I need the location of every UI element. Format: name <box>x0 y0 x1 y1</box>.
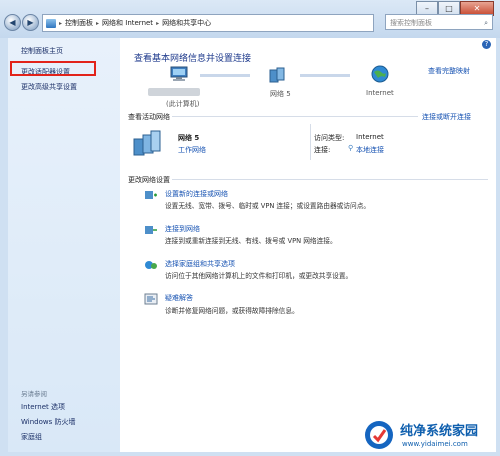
watermark: 纯净系统家园 www.yidaimei.com <box>360 416 500 456</box>
network-folder-icon <box>46 18 56 28</box>
help-icon[interactable]: ? <box>482 40 491 49</box>
address-bar[interactable]: ▸ 控制面板 ▸ 网络和 Internet ▸ 网络和共享中心 <box>42 14 374 32</box>
task-homegroup-desc: 访问位于其他网络计算机上的文件和打印机，或更改共享设置。 <box>165 272 353 280</box>
connection-line <box>300 74 350 77</box>
sidebar-item-internet-options[interactable]: Internet 选项 <box>21 402 65 412</box>
troubleshoot-icon <box>144 293 158 305</box>
network-icon <box>269 67 285 83</box>
change-settings-title: 更改网络设置 <box>128 176 170 184</box>
divider <box>172 116 418 117</box>
local-connection-icon: ⚲ <box>348 144 354 152</box>
sidebar-item-homegroup[interactable]: 家庭组 <box>21 432 42 442</box>
active-networks-title: 查看活动网络 <box>128 113 170 121</box>
breadcrumb-control-panel[interactable]: 控制面板 <box>65 18 93 28</box>
divider <box>172 179 488 180</box>
search-placeholder: 搜索控制面板 <box>390 19 432 27</box>
title-bar: – □ ✕ ◀ ▶ ▸ 控制面板 ▸ 网络和 Internet ▸ 网络和共享中… <box>0 0 500 38</box>
highlight-box <box>10 61 96 76</box>
breadcrumb-network-internet[interactable]: 网络和 Internet <box>102 18 153 28</box>
task-new-connection-link[interactable]: 设置新的连接或网络 <box>165 189 228 199</box>
page-title: 查看基本网络信息并设置连接 <box>134 54 252 64</box>
homegroup-icon <box>145 261 157 269</box>
watermark-logo-icon <box>365 421 393 449</box>
breadcrumb-arrow-icon: ▸ <box>59 19 63 27</box>
access-type-label: 访问类型: <box>314 134 345 142</box>
computer-name-redacted <box>148 88 200 96</box>
breadcrumb-arrow-icon: ▸ <box>96 19 100 27</box>
task-homegroup-link[interactable]: 选择家庭组和共享选项 <box>165 259 235 269</box>
new-connection-icon <box>145 191 157 199</box>
watermark-title: 纯净系统家园 <box>400 424 479 439</box>
divider <box>310 124 311 160</box>
sidebar-item-control-panel-home[interactable]: 控制面板主页 <box>21 46 63 56</box>
task-troubleshoot-link[interactable]: 疑难解答 <box>165 293 193 303</box>
sidebar: 控制面板主页 更改适配器设置 更改高级共享设置 另请参阅 Internet 选项… <box>8 38 120 452</box>
network-type-link[interactable]: 工作网络 <box>178 145 206 155</box>
local-connection-link[interactable]: 本地连接 <box>356 145 384 155</box>
task-connect-network-link[interactable]: 连接到网络 <box>165 224 200 234</box>
network-map-label: 网络 5 <box>270 90 291 98</box>
connection-line <box>200 74 250 77</box>
task-connect-network-desc: 连接到或重新连接到无线、有线、拨号或 VPN 网络连接。 <box>165 237 337 245</box>
view-full-map-link[interactable]: 查看完整映射 <box>428 66 470 76</box>
forward-button[interactable]: ▶ <box>22 14 39 31</box>
connection-label: 连接: <box>314 146 331 154</box>
task-new-connection-desc: 设置无线、宽带、拨号、临时或 VPN 连接；或设置路由器或访问点。 <box>165 202 371 210</box>
this-computer-label: (此计算机) <box>166 100 200 108</box>
sidebar-item-advanced-sharing-settings[interactable]: 更改高级共享设置 <box>21 82 77 92</box>
active-network-name: 网络 5 <box>178 134 200 142</box>
breadcrumb-network-sharing-center[interactable]: 网络和共享中心 <box>162 18 211 28</box>
access-type-value: Internet <box>356 133 384 141</box>
internet-map-label: Internet <box>366 89 394 97</box>
task-troubleshoot-desc: 诊断并修复网络问题，或获得故障排除信息。 <box>165 307 299 315</box>
computer-icon <box>170 66 188 81</box>
main-panel: ? 查看基本网络信息并设置连接 查看完整映射 (此计算机) 网络 5 Inter… <box>120 38 496 452</box>
globe-icon <box>371 65 389 83</box>
breadcrumb-arrow-icon: ▸ <box>156 19 160 27</box>
connect-disconnect-link[interactable]: 连接或断开连接 <box>422 112 471 122</box>
network-bench-icon <box>133 130 161 156</box>
see-also-heading: 另请参阅 <box>21 390 47 398</box>
watermark-url: www.yidaimei.com <box>402 440 468 448</box>
back-button[interactable]: ◀ <box>4 14 21 31</box>
search-input[interactable]: 搜索控制面板 ⌕ <box>385 14 493 30</box>
search-icon: ⌕ <box>484 19 488 27</box>
sidebar-item-windows-firewall[interactable]: Windows 防火墙 <box>21 417 75 427</box>
connect-network-icon <box>145 226 157 234</box>
